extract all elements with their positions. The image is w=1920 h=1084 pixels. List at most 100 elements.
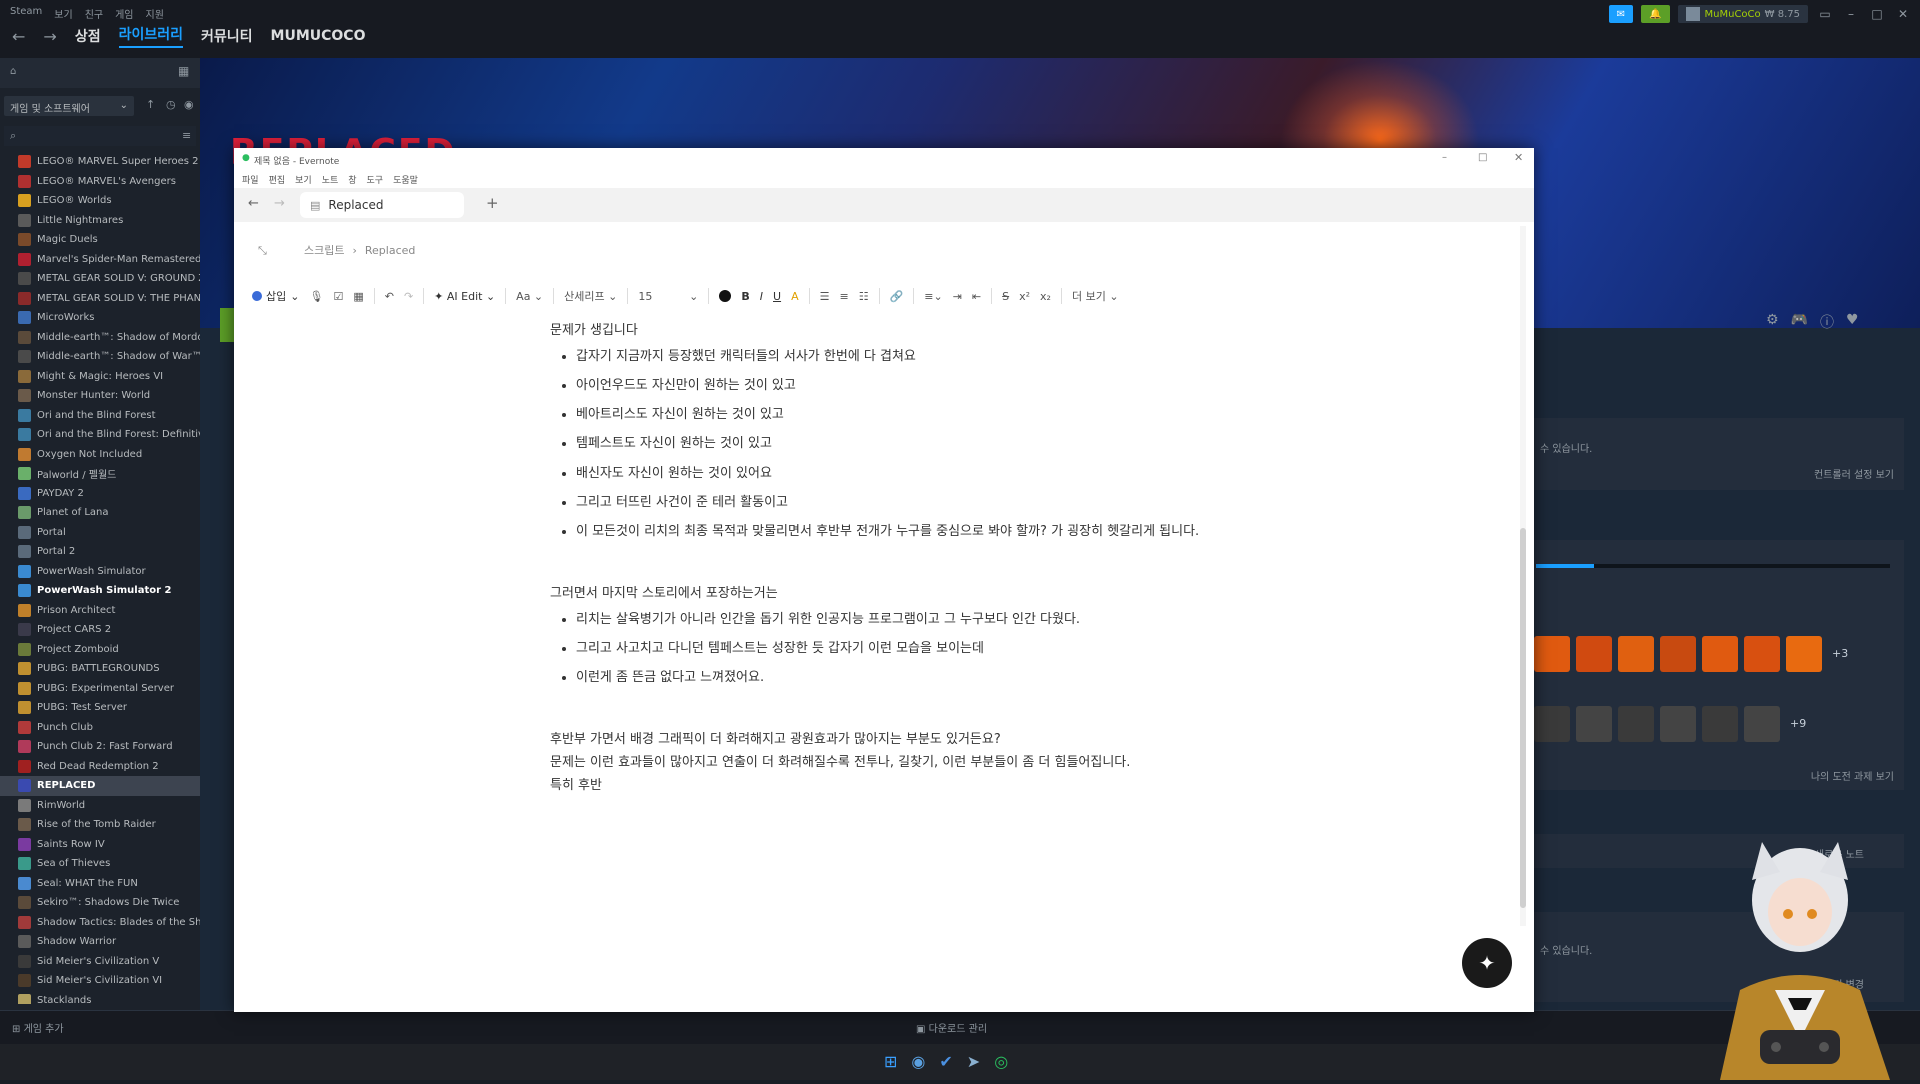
nav-library[interactable]: 라이브러리 bbox=[118, 24, 183, 48]
info-icon[interactable]: ⓘ bbox=[1820, 312, 1834, 332]
font-select[interactable]: 산세리프 ⌄ bbox=[564, 288, 617, 304]
sidebar-game-item[interactable]: LEGO® Worlds bbox=[0, 191, 200, 211]
library-search[interactable]: ⌕ ≡ bbox=[4, 126, 196, 146]
achievement-locked-icon[interactable] bbox=[1744, 706, 1780, 742]
evernote-taskbar-icon[interactable]: ◎ bbox=[994, 1052, 1008, 1071]
recent-icon[interactable]: ◷ bbox=[166, 98, 176, 111]
menu-edit[interactable]: 편집 bbox=[269, 173, 286, 186]
text-style-button[interactable]: Aa ⌄ bbox=[516, 290, 543, 303]
close-icon[interactable]: ✕ bbox=[1894, 7, 1912, 21]
sidebar-game-item[interactable]: Saints Row IV bbox=[0, 835, 200, 855]
notification-button[interactable]: 🔔 bbox=[1641, 5, 1670, 23]
achievement-icon[interactable] bbox=[1744, 636, 1780, 672]
link-icon[interactable]: 🔗 bbox=[890, 290, 904, 303]
sidebar-game-item[interactable]: Sekiro™: Shadows Die Twice bbox=[0, 893, 200, 913]
sidebar-game-item[interactable]: Stacklands bbox=[0, 991, 200, 1004]
sidebar-game-item[interactable]: MicroWorks bbox=[0, 308, 200, 328]
forward-arrow-icon[interactable]: → bbox=[274, 196, 285, 211]
achievement-locked-icon[interactable] bbox=[1702, 706, 1738, 742]
todo-taskbar-icon[interactable]: ✔ bbox=[939, 1052, 952, 1071]
play-button-edge[interactable] bbox=[220, 308, 234, 342]
library-filter-select[interactable]: 게임 및 소프트웨어 ⌄ bbox=[4, 96, 134, 116]
nav-profile[interactable]: MUMUCOCO bbox=[271, 28, 366, 44]
menu-window[interactable]: 창 bbox=[348, 173, 356, 186]
filter-icon[interactable]: ≡ bbox=[182, 129, 191, 142]
insert-button[interactable]: 삽입 ⌄ bbox=[252, 288, 299, 304]
sidebar-game-item[interactable]: Punch Club bbox=[0, 718, 200, 738]
my-achievements-link[interactable]: 나의 도전 과제 보기 bbox=[1811, 768, 1894, 783]
heart-icon[interactable]: ♥ bbox=[1846, 312, 1859, 332]
grid-view-icon[interactable]: ▦ bbox=[178, 64, 189, 78]
back-arrow-icon[interactable]: ← bbox=[12, 27, 25, 46]
steam-menu-item[interactable]: 보기 bbox=[54, 6, 72, 21]
superscript-icon[interactable]: x² bbox=[1019, 290, 1030, 303]
nav-community[interactable]: 커뮤니티 bbox=[201, 26, 253, 46]
sidebar-game-item[interactable]: PUBG: BATTLEGROUNDS bbox=[0, 659, 200, 679]
achievement-icon[interactable] bbox=[1786, 636, 1822, 672]
microphone-icon[interactable]: 🎙 bbox=[309, 290, 323, 303]
sidebar-game-item[interactable]: Portal bbox=[0, 523, 200, 543]
sidebar-game-item[interactable]: Shadow Tactics: Blades of the Shogun bbox=[0, 913, 200, 933]
outdent-icon[interactable]: ⇤ bbox=[972, 290, 981, 303]
italic-icon[interactable]: I bbox=[760, 290, 763, 303]
steam-taskbar-icon[interactable]: ◉ bbox=[911, 1052, 925, 1071]
align-icon[interactable]: ≡⌄ bbox=[924, 290, 942, 303]
sidebar-game-item[interactable]: PowerWash Simulator bbox=[0, 562, 200, 582]
forward-arrow-icon[interactable]: → bbox=[43, 27, 56, 46]
play-filter-icon[interactable]: ◉ bbox=[184, 98, 194, 111]
sidebar-game-item[interactable]: Sid Meier's Civilization VI bbox=[0, 971, 200, 991]
home-icon[interactable]: ⌂ bbox=[10, 66, 16, 77]
highlight-icon[interactable]: A bbox=[791, 290, 799, 303]
close-icon[interactable]: ✕ bbox=[1514, 151, 1523, 164]
sidebar-game-item[interactable]: Middle-earth™: Shadow of Mordor bbox=[0, 328, 200, 348]
new-tab-button[interactable]: + bbox=[486, 194, 499, 212]
font-size-select[interactable]: 15 ⌄ bbox=[638, 290, 698, 303]
collapse-icon[interactable]: ⤡ bbox=[258, 244, 267, 258]
sidebar-game-item[interactable]: PowerWash Simulator 2 bbox=[0, 581, 200, 601]
checklist-icon[interactable]: ☷ bbox=[859, 290, 869, 303]
maximize-icon[interactable]: □ bbox=[1868, 7, 1886, 21]
subscript-icon[interactable]: x₂ bbox=[1040, 290, 1051, 303]
sidebar-game-item[interactable]: Red Dead Redemption 2 bbox=[0, 757, 200, 777]
downloads-button[interactable]: ▣ 다운로드 관리 bbox=[916, 1020, 987, 1035]
sidebar-game-item[interactable]: Ori and the Blind Forest: Definitive Edi… bbox=[0, 425, 200, 445]
nav-store[interactable]: 상점 bbox=[75, 26, 101, 46]
editor-scrollbar[interactable] bbox=[1520, 528, 1526, 908]
steam-menu-item[interactable]: Steam bbox=[10, 6, 42, 21]
achievement-locked-icon[interactable] bbox=[1576, 706, 1612, 742]
sidebar-game-item[interactable]: METAL GEAR SOLID V: THE PHANTOM PAIN bbox=[0, 289, 200, 309]
sidebar-game-item[interactable]: Planet of Lana bbox=[0, 503, 200, 523]
note-editor[interactable]: 문제가 생깁니다 갑자기 지금까지 등장했던 캐릭터들의 서사가 한번에 다 겹… bbox=[550, 318, 1230, 802]
sidebar-game-item[interactable]: Sid Meier's Civilization V bbox=[0, 952, 200, 972]
menu-note[interactable]: 노트 bbox=[322, 173, 339, 186]
sidebar-game-item[interactable]: METAL GEAR SOLID V: GROUND ZEROES bbox=[0, 269, 200, 289]
achievement-locked-icon[interactable] bbox=[1660, 706, 1696, 742]
add-game-button[interactable]: ⊞ 게임 추가 bbox=[12, 1020, 64, 1035]
achievement-icon[interactable] bbox=[1576, 636, 1612, 672]
redo-icon[interactable]: ↷ bbox=[404, 290, 413, 303]
app-taskbar-icon[interactable]: ➤ bbox=[967, 1052, 980, 1071]
achievement-more-count[interactable]: +9 bbox=[1790, 706, 1806, 742]
underline-icon[interactable]: U bbox=[773, 290, 781, 303]
calendar-icon[interactable]: ▦ bbox=[353, 290, 363, 303]
sidebar-game-item[interactable]: Shadow Warrior bbox=[0, 932, 200, 952]
sidebar-game-item[interactable]: LEGO® MARVEL Super Heroes 2 bbox=[0, 152, 200, 172]
sidebar-game-item[interactable]: Ori and the Blind Forest bbox=[0, 406, 200, 426]
sidebar-game-item[interactable]: RimWorld bbox=[0, 796, 200, 816]
sidebar-game-item[interactable]: Marvel's Spider-Man Remastered bbox=[0, 250, 200, 270]
achievement-icon[interactable] bbox=[1660, 636, 1696, 672]
sidebar-game-item[interactable]: Monster Hunter: World bbox=[0, 386, 200, 406]
bullet-list-icon[interactable]: ☰ bbox=[820, 290, 830, 303]
sidebar-game-item[interactable]: PAYDAY 2 bbox=[0, 484, 200, 504]
achievement-more-count[interactable]: +3 bbox=[1832, 636, 1848, 672]
menu-file[interactable]: 파일 bbox=[242, 173, 259, 186]
sidebar-game-item[interactable]: Seal: WHAT the FUN bbox=[0, 874, 200, 894]
sidebar-game-item[interactable]: Punch Club 2: Fast Forward bbox=[0, 737, 200, 757]
sidebar-game-item[interactable]: LEGO® MARVEL's Avengers bbox=[0, 172, 200, 192]
more-button[interactable]: 더 보기 ⌄ bbox=[1072, 288, 1119, 304]
screen-icon[interactable]: ▭ bbox=[1816, 7, 1834, 21]
menu-help[interactable]: 도움말 bbox=[393, 173, 418, 186]
sidebar-game-item[interactable]: Little Nightmares bbox=[0, 211, 200, 231]
minimize-icon[interactable]: – bbox=[1842, 7, 1860, 21]
indent-icon[interactable]: ⇥ bbox=[953, 290, 962, 303]
